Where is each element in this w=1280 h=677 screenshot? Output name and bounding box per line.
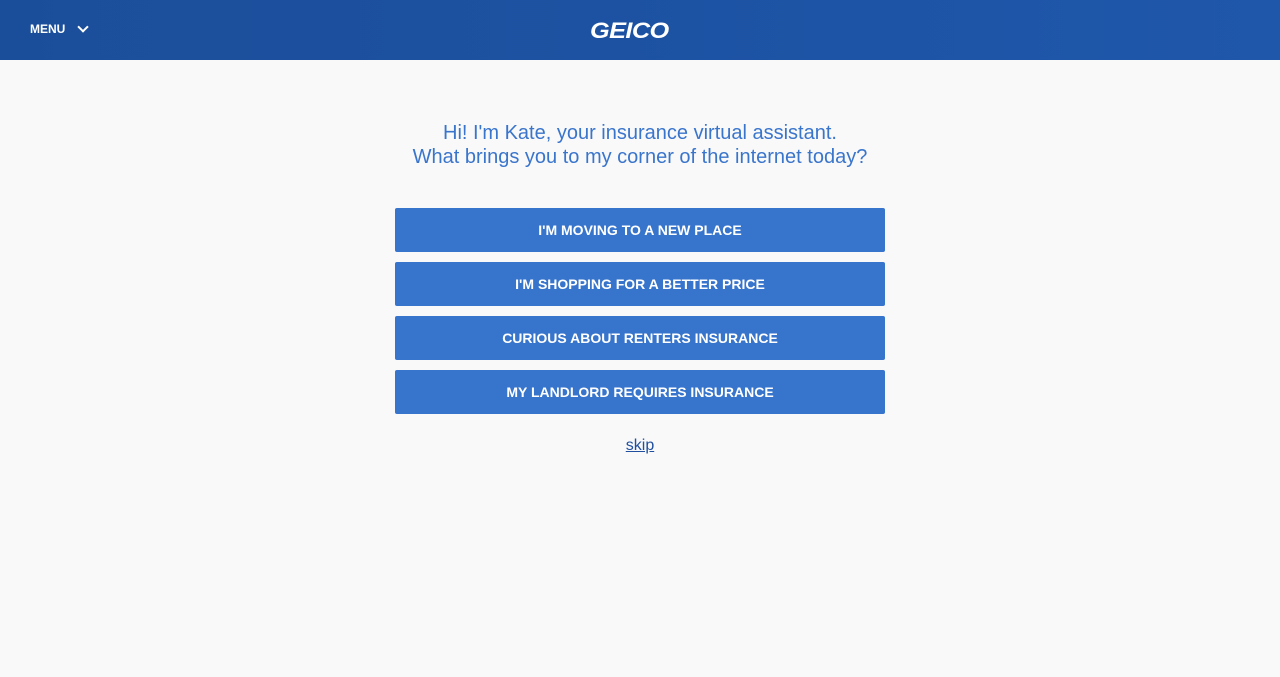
options-list: I'M MOVING TO A NEW PLACE I'M SHOPPING F…	[395, 208, 885, 414]
skip-link[interactable]: skip	[0, 437, 1280, 455]
intro-line-1: Hi! I'm Kate, your insurance virtual ass…	[443, 122, 837, 144]
option-landlord-button[interactable]: MY LANDLORD REQUIRES INSURANCE	[395, 370, 885, 414]
chevron-down-icon	[77, 21, 90, 33]
option-moving-button[interactable]: I'M MOVING TO A NEW PLACE	[395, 208, 885, 252]
option-curious-button[interactable]: CURIOUS ABOUT RENTERS INSURANCE	[395, 316, 885, 360]
option-shopping-button[interactable]: I'M SHOPPING FOR A BETTER PRICE	[395, 262, 885, 306]
geico-logo[interactable]: GEICO	[590, 18, 669, 44]
intro-line-2: What brings you to my corner of the inte…	[412, 146, 868, 168]
menu-label: MENU	[30, 22, 66, 36]
header: MENU GEICO	[0, 0, 1280, 60]
menu-button[interactable]: MENU	[30, 21, 90, 36]
intro-message: Hi! I'm Kate, your insurance virtual ass…	[0, 121, 1280, 169]
